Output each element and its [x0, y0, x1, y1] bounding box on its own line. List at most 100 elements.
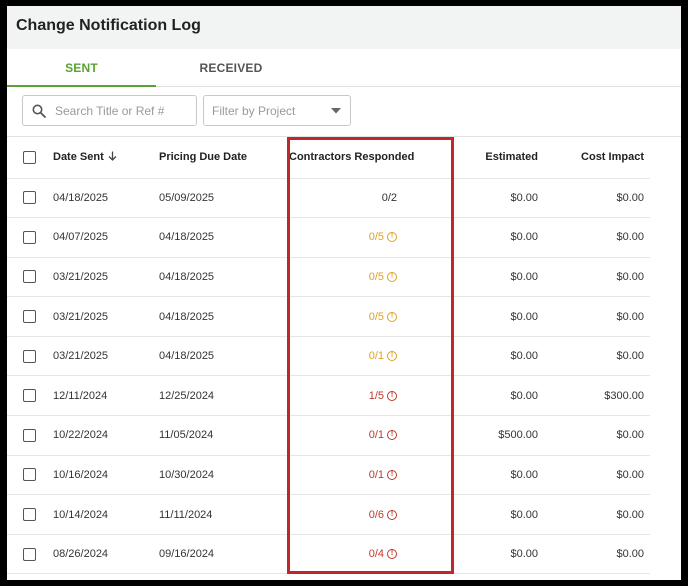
- row-checkbox-cell: [7, 296, 47, 337]
- table-row[interactable]: 08/26/2024 09/16/2024 0/4! $0.00 $0.00: [7, 534, 650, 575]
- date-sent-header-label: Date Sent: [53, 150, 104, 163]
- responded-count: 0/5: [368, 310, 384, 323]
- row-checkbox-cell: [7, 455, 47, 496]
- row-checkbox[interactable]: [23, 349, 36, 363]
- table-row[interactable]: 04/07/2025 04/18/2025 0/5! $0.00 $0.00: [7, 217, 650, 258]
- table-row[interactable]: 03/21/2025 04/18/2025 0/5! $0.00 $0.00: [7, 257, 650, 298]
- contractors-responded-cell: 0/1!: [289, 455, 429, 496]
- cost-impact-cell: $0.00: [539, 455, 650, 496]
- estimated-cell: $0.00: [429, 534, 539, 575]
- alert-circle-icon: !: [387, 470, 397, 480]
- pricing-due-cell: 11/11/2024: [159, 494, 289, 535]
- column-header-date-sent[interactable]: Date Sent: [47, 137, 159, 179]
- select-all-cell: [7, 137, 47, 179]
- row-checkbox[interactable]: [23, 547, 36, 561]
- table-row[interactable]: 10/16/2024 10/30/2024 0/1! $0.00 $0.00: [7, 455, 650, 496]
- pricing-due-cell: 04/18/2025: [159, 296, 289, 337]
- responded-count: 0/1: [368, 469, 384, 481]
- pricing-due-cell: 04/18/2025: [159, 336, 289, 377]
- alert-circle-icon: !: [387, 390, 397, 401]
- contractors-responded-cell: 0/5!: [289, 217, 429, 258]
- row-checkbox[interactable]: [23, 508, 36, 522]
- cost-impact-cell: $0.00: [539, 296, 650, 337]
- arrow-down-icon: [108, 151, 117, 164]
- row-checkbox[interactable]: [23, 270, 36, 284]
- table-row[interactable]: 03/21/2025 04/18/2025 0/1! $0.00 $0.00: [7, 336, 650, 377]
- estimated-cell: $0.00: [429, 494, 539, 535]
- pricing-due-cell: 09/16/2024: [159, 534, 289, 575]
- estimated-cell: $0.00: [429, 336, 539, 377]
- search-box[interactable]: [22, 95, 197, 126]
- filter-bar: Filter by Project: [7, 87, 681, 137]
- alert-circle-icon: !: [387, 430, 397, 441]
- row-checkbox[interactable]: [23, 389, 36, 403]
- date-sent-cell: 10/16/2024: [47, 455, 159, 496]
- table-row[interactable]: 03/21/2025 04/18/2025 0/5! $0.00 $0.00: [7, 296, 650, 337]
- alert-circle-icon: !: [387, 311, 397, 322]
- pricing-due-cell: 05/09/2025: [159, 178, 289, 219]
- row-checkbox[interactable]: [23, 310, 36, 324]
- cost-impact-cell: $0.00: [539, 336, 650, 377]
- cost-impact-cell: $0.00: [539, 494, 650, 535]
- date-sent-cell: 03/21/2025: [47, 296, 159, 337]
- responded-count: 0/1: [368, 350, 384, 363]
- row-checkbox[interactable]: [23, 428, 36, 442]
- table-row[interactable]: 04/18/2025 05/09/2025 0/2 $0.00 $0.00: [7, 178, 650, 219]
- column-header-cost-impact[interactable]: Cost Impact: [539, 137, 650, 179]
- contractors-responded-cell: 0/6!: [289, 494, 429, 535]
- date-sent-cell: 04/07/2025: [47, 217, 159, 258]
- pricing-due-cell: 11/05/2024: [159, 415, 289, 456]
- cost-impact-cell: $0.00: [539, 178, 650, 219]
- date-sent-cell: 08/26/2024: [47, 534, 159, 575]
- notification-table: Date Sent Pricing Due Date Contractors R…: [7, 137, 650, 575]
- table-row[interactable]: 10/22/2024 11/05/2024 0/1! $500.00 $0.00: [7, 415, 650, 456]
- estimated-cell: $0.00: [429, 296, 539, 337]
- tab-sent[interactable]: SENT: [7, 49, 156, 87]
- pricing-due-cell: 12/25/2024: [159, 375, 289, 417]
- estimated-cell: $0.00: [429, 375, 539, 417]
- date-sent-cell: 03/21/2025: [47, 336, 159, 377]
- column-header-estimated[interactable]: Estimated: [429, 137, 539, 179]
- responded-count: 0/5: [368, 271, 384, 284]
- search-input[interactable]: [55, 103, 190, 118]
- row-checkbox-cell: [7, 375, 47, 417]
- contractors-responded-cell: 0/5!: [289, 296, 429, 337]
- responded-count: 0/4: [368, 548, 384, 561]
- row-checkbox[interactable]: [23, 191, 36, 205]
- search-icon: [23, 95, 55, 126]
- contractors-responded-cell: 1/5!: [289, 375, 429, 417]
- alert-circle-icon: !: [387, 549, 397, 560]
- contractors-responded-cell: 0/4!: [289, 534, 429, 575]
- estimated-cell: $500.00: [429, 415, 539, 456]
- cost-impact-cell: $300.00: [539, 375, 650, 417]
- contractors-responded-cell: 0/5!: [289, 257, 429, 298]
- pricing-due-cell: 04/18/2025: [159, 217, 289, 258]
- tab-received[interactable]: RECEIVED: [156, 49, 306, 87]
- title-bar: Change Notification Log: [7, 6, 681, 49]
- date-sent-cell: 10/14/2024: [47, 494, 159, 535]
- column-header-pricing-due[interactable]: Pricing Due Date: [159, 137, 289, 179]
- contractors-responded-cell: 0/2: [289, 178, 429, 219]
- table-row[interactable]: 10/14/2024 11/11/2024 0/6! $0.00 $0.00: [7, 494, 650, 535]
- column-header-contractors-responded[interactable]: Contractors Responded: [289, 137, 429, 179]
- alert-circle-icon: !: [387, 509, 397, 520]
- estimated-cell: $0.00: [429, 217, 539, 258]
- table-header-row: Date Sent Pricing Due Date Contractors R…: [7, 137, 650, 179]
- contractors-responded-cell: 0/1!: [289, 415, 429, 456]
- cost-impact-cell: $0.00: [539, 257, 650, 298]
- table-row[interactable]: 12/11/2024 12/25/2024 1/5! $0.00 $300.00: [7, 375, 650, 417]
- select-all-checkbox[interactable]: [23, 150, 36, 164]
- row-checkbox-cell: [7, 217, 47, 258]
- row-checkbox[interactable]: [23, 468, 36, 482]
- date-sent-cell: 12/11/2024: [47, 375, 159, 417]
- row-checkbox-cell: [7, 494, 47, 535]
- contractors-responded-cell: 0/1!: [289, 336, 429, 377]
- project-filter-select[interactable]: Filter by Project: [203, 95, 351, 126]
- alert-circle-icon: !: [387, 272, 397, 283]
- responded-count: 1/5: [368, 389, 384, 402]
- change-notification-log-panel: Change Notification Log SENT RECEIVED Fi…: [7, 6, 681, 580]
- row-checkbox[interactable]: [23, 230, 36, 244]
- page-title: Change Notification Log: [16, 17, 201, 34]
- cost-impact-cell: $0.00: [539, 217, 650, 258]
- project-filter-label: Filter by Project: [212, 103, 296, 118]
